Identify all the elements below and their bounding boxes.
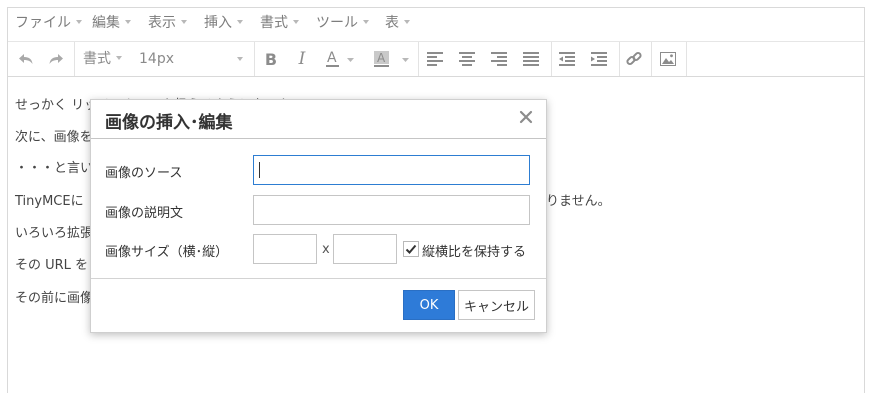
format-select[interactable]: 書式 [83,42,122,76]
italic-icon: I [298,49,306,69]
image-height-input[interactable] [333,234,397,264]
menu-file[interactable]: ファイル [15,8,82,41]
dialog-header: 画像の挿入･編集 [91,100,546,139]
indent-button[interactable] [587,42,611,76]
menu-edit[interactable]: 編集 [92,8,131,41]
text-cursor [259,162,260,178]
menu-format-label: 書式 [260,15,288,31]
toolbar-separator [254,42,255,76]
svg-text:A: A [327,50,337,66]
align-center-icon [459,52,475,66]
chevron-down-icon [116,56,122,60]
insert-image-dialog: 画像の挿入･編集 画像のソース 画像の説明文 画像サイズ（横･縦） x 縦横比を… [90,99,547,333]
size-label: 画像サイズ（横･縦） [105,245,229,260]
redo-icon [49,54,63,64]
undo-button[interactable] [14,42,38,76]
chevron-down-icon [237,57,243,61]
menu-format[interactable]: 書式 [260,8,299,41]
close-icon [519,110,533,124]
close-button[interactable] [516,107,536,127]
content-paragraph: TinyMCEに [15,194,84,209]
keep-ratio-checkbox[interactable] [403,241,419,257]
menu-table[interactable]: 表 [385,8,410,41]
toolbar-separator [74,42,75,76]
chevron-down-icon [293,20,299,24]
align-left-button[interactable] [423,42,447,76]
source-label: 画像のソース [105,166,183,181]
align-justify-button[interactable] [519,42,543,76]
link-icon [626,51,642,66]
size-separator: x [322,242,330,257]
bold-icon: B [264,49,278,69]
checkmark-icon [405,244,417,254]
indent-icon [591,52,607,66]
toolbar: 書式 14px B I A A [8,42,864,77]
content-paragraph: その URL を [15,258,89,273]
menu-view[interactable]: 表示 [148,8,187,41]
outdent-button[interactable] [555,42,579,76]
menu-tools-label: ツール [316,15,358,31]
font-size-select[interactable]: 14px [139,42,243,76]
align-center-button[interactable] [455,42,479,76]
toolbar-separator [551,42,552,76]
background-color-button[interactable]: A [372,42,412,76]
menu-view-label: 表示 [148,15,176,31]
content-paragraph: その前に画像 [15,291,94,306]
toolbar-separator [418,42,419,76]
image-icon [660,52,676,66]
toolbar-separator [619,42,620,76]
image-width-input[interactable] [253,234,317,264]
menu-edit-label: 編集 [92,15,120,31]
dialog-title: 画像の挿入･編集 [105,113,233,133]
font-size-value: 14px [139,51,174,67]
cancel-button[interactable]: キャンセル [458,290,535,320]
redo-button[interactable] [44,42,68,76]
italic-button[interactable]: I [291,42,313,76]
menu-insert-label: 挿入 [204,15,232,31]
content-paragraph: いろいろ拡張 [15,226,94,241]
menu-tools[interactable]: ツール [316,8,369,41]
chevron-down-icon [76,20,82,24]
image-source-input[interactable] [253,155,530,185]
chevron-down-icon [125,20,131,24]
toolbar-separator [651,42,652,76]
text-color-icon: A [326,50,354,67]
ok-button[interactable]: OK [403,290,455,320]
align-justify-icon [523,52,539,66]
svg-text:A: A [377,51,386,65]
insert-image-button[interactable] [656,42,680,76]
chevron-down-icon [237,20,243,24]
text-color-button[interactable]: A [323,42,357,76]
bold-button[interactable]: B [260,42,282,76]
format-select-label: 書式 [83,51,111,67]
toolbar-separator [686,42,687,76]
menubar: ファイル 編集 表示 挿入 書式 ツール 表 [8,8,864,42]
link-button[interactable] [622,42,646,76]
align-left-icon [427,52,443,66]
image-description-input[interactable] [253,195,530,225]
background-color-icon: A [374,51,409,67]
menu-table-label: 表 [385,15,399,31]
undo-icon [19,54,33,64]
chevron-down-icon [404,20,410,24]
keep-ratio-label: 縦横比を保持する [422,245,527,260]
menu-insert[interactable]: 挿入 [204,8,243,41]
dialog-footer-divider [91,278,546,279]
chevron-down-icon [363,20,369,24]
content-paragraph: 次に、画像を [15,130,93,145]
content-paragraph-tail: りません。 [546,194,611,209]
menu-file-label: ファイル [15,15,71,31]
chevron-down-icon [181,20,187,24]
outdent-icon [559,52,575,66]
description-label: 画像の説明文 [105,206,184,221]
align-right-button[interactable] [487,42,511,76]
align-right-icon [491,52,507,66]
